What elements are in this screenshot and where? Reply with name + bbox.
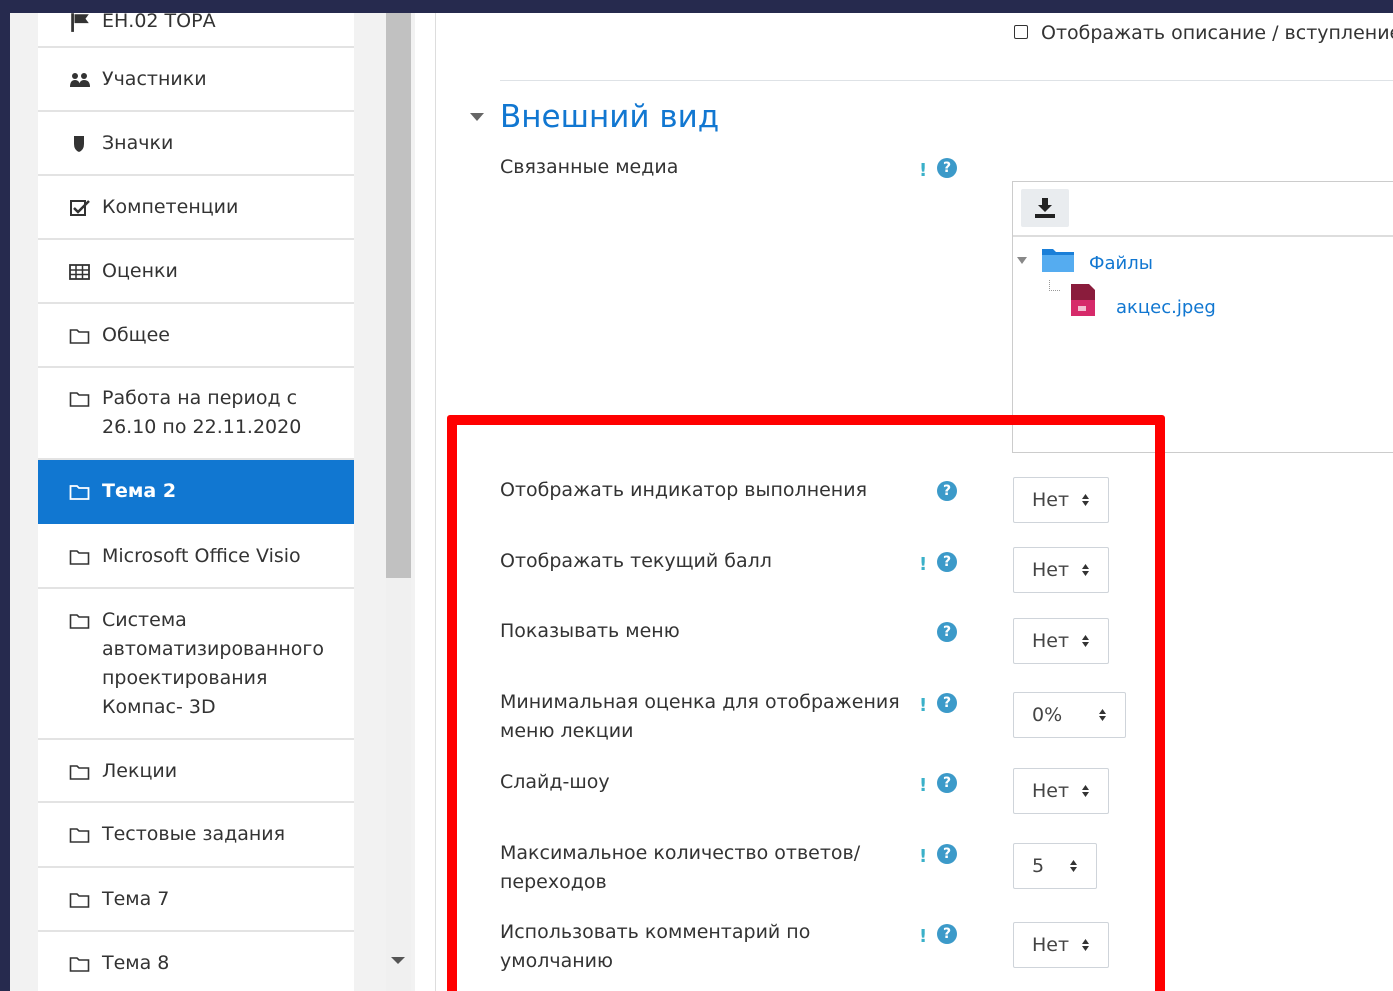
- download-button[interactable]: [1021, 189, 1069, 227]
- nav-item-label: Участники: [102, 68, 207, 90]
- show-description-label: Отображать описание / вступление: [1041, 22, 1393, 44]
- image-file-icon: [1071, 284, 1095, 316]
- nav-item-participants[interactable]: Участники: [38, 48, 354, 112]
- nav-item-label: Компетенции: [102, 196, 239, 218]
- folder-link[interactable]: Файлы: [1089, 252, 1153, 276]
- nav-item-competencies[interactable]: Компетенции: [38, 176, 354, 240]
- folder-icon: [69, 329, 90, 344]
- help-icon[interactable]: ?: [937, 158, 957, 178]
- download-icon: [1035, 198, 1055, 218]
- checkbox-icon: [70, 200, 90, 216]
- nav-item-label: Тестовые задания: [102, 823, 286, 845]
- shield-icon: [74, 136, 84, 152]
- nav-item-label: Тема 7: [102, 888, 170, 910]
- table-icon: [69, 264, 90, 280]
- nav-item-label: Тема 2: [102, 480, 177, 502]
- flag-icon: [71, 13, 89, 32]
- folder-icon: [69, 828, 90, 843]
- folder-icon: [69, 957, 90, 972]
- nav-item-topic-2[interactable]: Тема 2: [38, 460, 354, 524]
- folder-icon: [69, 765, 90, 780]
- tree-connector: [1049, 280, 1060, 291]
- section-separator: [500, 80, 1393, 81]
- nav-item-topic-7[interactable]: Тема 7: [38, 868, 354, 932]
- nav-item-label: Оценки: [102, 260, 178, 282]
- nav-item-label: Microsoft Office Visio: [102, 545, 301, 567]
- nav-item-work-period[interactable]: Работа на период с 26.10 по 22.11.2020: [38, 368, 354, 460]
- users-icon: [70, 73, 90, 87]
- section-title[interactable]: Внешний вид: [500, 97, 719, 137]
- content-divider: [435, 13, 436, 991]
- nav-item-label: Общее: [102, 324, 170, 346]
- folder-icon: [1042, 249, 1074, 272]
- nav-item-ena02[interactable]: ЕН.02 ТОРА: [38, 13, 354, 48]
- folder-icon: [69, 485, 90, 500]
- course-index-drawer: ЕН.02 ТОРА Участники Значки Компетенции …: [10, 13, 415, 991]
- folder-icon: [69, 392, 90, 407]
- folder-icon: [69, 614, 90, 629]
- nav-item-label: Система автоматизированного проектирован…: [102, 609, 324, 718]
- nav-item-badges[interactable]: Значки: [38, 112, 354, 176]
- file-link[interactable]: акцес.jpeg: [1116, 296, 1216, 320]
- sidebar-scrollbar-thumb[interactable]: [386, 13, 411, 578]
- folder-icon: [69, 893, 90, 908]
- nav-item-topic-8[interactable]: Тема 8: [38, 932, 354, 991]
- nav-item-label: Лекции: [102, 760, 178, 782]
- setting-label: Связанные медиа: [500, 156, 679, 178]
- highlight-box: [447, 415, 1165, 991]
- show-description-checkbox[interactable]: [1014, 25, 1028, 39]
- collapse-triangle-icon[interactable]: [469, 111, 485, 123]
- nav-item-grades[interactable]: Оценки: [38, 240, 354, 304]
- nav-item-visio[interactable]: Microsoft Office Visio: [38, 524, 354, 589]
- nav-item-label: Работа на период с 26.10 по 22.11.2020: [102, 387, 302, 438]
- file-manager: Файлы акцес.jpeg: [1012, 181, 1393, 453]
- tree-collapse-icon[interactable]: [1016, 256, 1028, 266]
- nav-item-label: Тема 8: [102, 952, 170, 974]
- nav-item-label: Значки: [102, 132, 174, 154]
- nav-item-general[interactable]: Общее: [38, 304, 354, 368]
- nav-item-lectures[interactable]: Лекции: [38, 740, 354, 803]
- folder-icon: [69, 550, 90, 565]
- scroll-down-arrow-icon[interactable]: [391, 957, 405, 964]
- nav-item-kompas[interactable]: Система автоматизированного проектирован…: [38, 589, 354, 740]
- nav-item-label: ЕН.02 ТОРА: [102, 13, 216, 32]
- nav-item-tests[interactable]: Тестовые задания: [38, 803, 354, 868]
- file-manager-toolbar: [1013, 182, 1393, 237]
- page-frame: ЕН.02 ТОРА Участники Значки Компетенции …: [10, 13, 1393, 991]
- advanced-marker: !: [919, 160, 928, 181]
